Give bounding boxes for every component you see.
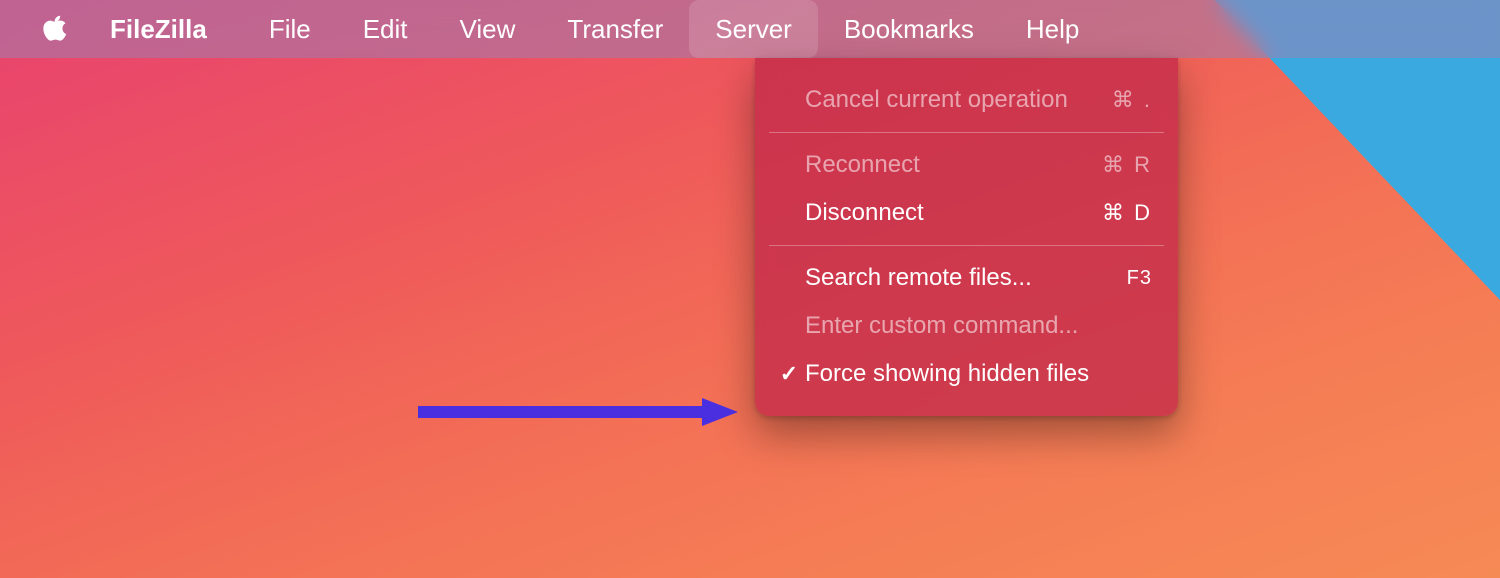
menubar-item-edit[interactable]: Edit — [337, 0, 434, 58]
menu-item-cancel-operation: Cancel current operation ⌘ . — [755, 76, 1178, 124]
menu-separator — [769, 132, 1164, 133]
menu-item-shortcut: ⌘ R — [1102, 152, 1152, 178]
desktop: FileZilla File Edit View Transfer Server… — [0, 0, 1500, 578]
menu-item-reconnect: Reconnect ⌘ R — [755, 141, 1178, 189]
menu-separator — [769, 245, 1164, 246]
menubar-item-help[interactable]: Help — [1000, 0, 1105, 58]
menubar-item-file[interactable]: File — [243, 0, 337, 58]
annotation-arrow-icon — [418, 396, 738, 428]
menu-item-label: Search remote files... — [801, 264, 1127, 292]
menu-item-custom-command: Enter custom command... — [755, 302, 1178, 350]
menu-item-shortcut: ⌘ . — [1112, 87, 1152, 113]
menubar-item-server[interactable]: Server — [689, 0, 818, 58]
menu-item-label: Enter custom command... — [801, 312, 1152, 340]
menubar-item-view[interactable]: View — [434, 0, 542, 58]
menubar: FileZilla File Edit View Transfer Server… — [0, 0, 1500, 58]
menu-item-label: Disconnect — [801, 199, 1102, 227]
menu-item-disconnect[interactable]: Disconnect ⌘ D — [755, 189, 1178, 237]
menubar-app-name[interactable]: FileZilla — [110, 0, 233, 58]
check-icon: ✓ — [777, 361, 801, 387]
apple-logo-icon[interactable] — [40, 14, 70, 44]
menubar-item-bookmarks[interactable]: Bookmarks — [818, 0, 1000, 58]
menubar-item-transfer[interactable]: Transfer — [541, 0, 689, 58]
server-dropdown: Cancel current operation ⌘ . Reconnect ⌘… — [755, 58, 1178, 416]
menu-item-search-remote[interactable]: Search remote files... F3 — [755, 254, 1178, 302]
menu-item-label: Force showing hidden files — [801, 360, 1152, 388]
menu-item-shortcut: F3 — [1127, 267, 1152, 290]
menu-item-force-hidden-files[interactable]: ✓ Force showing hidden files — [755, 350, 1178, 398]
menu-item-label: Cancel current operation — [801, 86, 1112, 114]
menu-item-label: Reconnect — [801, 151, 1102, 179]
menu-item-shortcut: ⌘ D — [1102, 200, 1152, 226]
